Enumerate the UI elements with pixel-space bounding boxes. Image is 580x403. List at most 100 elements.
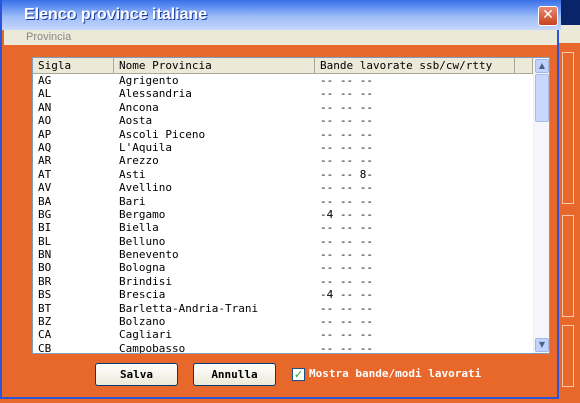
cell-bande: -4 -- -- xyxy=(320,207,373,221)
cell-bande: -- -- -- xyxy=(320,274,373,288)
cell-nome: Ancona xyxy=(119,100,159,114)
cell-sigla: AP xyxy=(38,127,52,141)
table-row[interactable]: BN Benevento -- -- -- xyxy=(33,248,533,261)
table-row[interactable]: BA Bari -- -- -- xyxy=(33,195,533,208)
menu-provincia[interactable]: Provincia xyxy=(26,31,71,43)
table-row[interactable]: AN Ancona -- -- -- xyxy=(33,101,533,114)
column-header-bande-label: Bande lavorate ssb/cw/rtty xyxy=(320,59,493,72)
vertical-scrollbar[interactable]: ▲ ▼ xyxy=(533,58,549,353)
cell-bande: -- -- -- xyxy=(320,341,373,354)
table-row[interactable]: BT Barletta-Andria-Trani -- -- -- xyxy=(33,302,533,315)
cell-sigla: BR xyxy=(38,274,52,288)
table-row[interactable]: AP Ascoli Piceno -- -- -- xyxy=(33,128,533,141)
province-list[interactable]: Sigla Nome Provincia Bande lavorate ssb/… xyxy=(32,57,550,354)
table-row[interactable]: AL Alessandria -- -- -- xyxy=(33,87,533,100)
cell-bande: -- -- -- xyxy=(320,74,373,87)
dialog-title: Elenco province italiane xyxy=(24,6,208,23)
table-row[interactable]: AO Aosta -- -- -- xyxy=(33,114,533,127)
column-header-filler xyxy=(515,58,533,74)
cell-sigla: BZ xyxy=(38,315,52,329)
cell-sigla: AL xyxy=(38,87,52,101)
cell-nome: Alessandria xyxy=(119,87,192,101)
cell-sigla: BL xyxy=(38,234,52,248)
cell-nome: Bari xyxy=(119,194,146,208)
cell-nome: Benevento xyxy=(119,248,179,262)
scroll-up-button[interactable]: ▲ xyxy=(535,59,549,73)
show-bands-checkbox[interactable]: ✓ xyxy=(292,368,305,381)
column-header-sigla[interactable]: Sigla xyxy=(33,58,114,74)
cell-sigla: BO xyxy=(38,261,52,275)
show-bands-label[interactable]: Mostra bande/modi lavorati xyxy=(309,367,481,380)
cell-bande: -- -- -- xyxy=(320,87,373,101)
cell-bande: -- -- 8- xyxy=(320,167,373,181)
column-header-sigla-label: Sigla xyxy=(38,59,72,72)
column-header-nome[interactable]: Nome Provincia xyxy=(114,58,315,74)
cell-sigla: AT xyxy=(38,167,52,181)
scroll-down-button[interactable]: ▼ xyxy=(535,338,549,352)
cell-nome: Arezzo xyxy=(119,154,159,168)
cell-bande: -- -- -- xyxy=(320,181,373,195)
cell-nome: Aosta xyxy=(119,114,153,128)
cell-sigla: AN xyxy=(38,100,52,114)
cancel-button[interactable]: Annulla xyxy=(193,363,276,386)
dialog-menu-bar: Provincia xyxy=(4,30,557,45)
cell-sigla: AR xyxy=(38,154,52,168)
cell-sigla: BI xyxy=(38,221,52,235)
checkmark-icon: ✓ xyxy=(293,368,304,381)
cell-bande: -- -- -- xyxy=(320,100,373,114)
cell-nome: Bergamo xyxy=(119,207,166,221)
table-row[interactable]: AV Avellino -- -- -- xyxy=(33,181,533,194)
cell-sigla: CB xyxy=(38,341,52,354)
chevron-down-icon: ▼ xyxy=(538,340,546,349)
cell-nome: Brescia xyxy=(119,288,166,302)
table-row[interactable]: BR Brindisi -- -- -- xyxy=(33,275,533,288)
cell-nome: Campobasso xyxy=(119,341,186,354)
table-row[interactable]: CB Campobasso -- -- -- xyxy=(33,341,533,354)
cell-sigla: BT xyxy=(38,301,52,315)
cell-bande: -- -- -- xyxy=(320,315,373,329)
table-row[interactable]: BS Brescia -4 -- -- xyxy=(33,288,533,301)
parent-frame-right-bottom xyxy=(562,325,574,387)
table-row[interactable]: BI Biella -- -- -- xyxy=(33,221,533,234)
cell-bande: -- -- -- xyxy=(320,301,373,315)
column-header-nome-label: Nome Provincia xyxy=(119,59,212,72)
cell-sigla: BS xyxy=(38,288,52,302)
table-row[interactable]: BO Bologna -- -- -- xyxy=(33,261,533,274)
cell-nome: Cagliari xyxy=(119,328,172,342)
cell-bande: -- -- -- xyxy=(320,154,373,168)
province-dialog: Elenco province italiane ✕ Provincia Sig… xyxy=(0,0,561,399)
table-row[interactable]: AQ L'Aquila -- -- -- xyxy=(33,141,533,154)
cell-bande: -4 -- -- xyxy=(320,288,373,302)
table-row[interactable]: AR Arezzo -- -- -- xyxy=(33,154,533,167)
save-button[interactable]: Salva xyxy=(95,363,178,386)
cell-nome: Agrigento xyxy=(119,74,179,87)
parent-frame-right-mid xyxy=(562,215,574,317)
province-rows: AG Agrigento -- -- -- AL Alessandria -- -- --… xyxy=(33,74,533,354)
table-row[interactable]: AT Asti -- -- 8- xyxy=(33,168,533,181)
close-button[interactable]: ✕ xyxy=(538,6,558,26)
cell-bande: -- -- -- xyxy=(320,114,373,128)
cell-bande: -- -- -- xyxy=(320,234,373,248)
table-row[interactable]: BG Bergamo -4 -- -- xyxy=(33,208,533,221)
scroll-thumb[interactable] xyxy=(535,74,549,122)
dialog-title-bar[interactable]: Elenco province italiane ✕ xyxy=(2,0,561,30)
cell-bande: -- -- -- xyxy=(320,140,373,154)
table-row[interactable]: CA Cagliari -- -- -- xyxy=(33,328,533,341)
cell-nome: Barletta-Andria-Trani xyxy=(119,301,259,315)
cell-sigla: CA xyxy=(38,328,52,342)
table-row[interactable]: AG Agrigento -- -- -- xyxy=(33,74,533,87)
table-row[interactable]: BZ Bolzano -- -- -- xyxy=(33,315,533,328)
cell-nome: Biella xyxy=(119,221,159,235)
cell-sigla: BN xyxy=(38,248,52,262)
column-header-bande[interactable]: Bande lavorate ssb/cw/rtty xyxy=(315,58,515,74)
parent-frame-right-top xyxy=(562,52,574,204)
cell-bande: -- -- -- xyxy=(320,194,373,208)
cell-sigla: AO xyxy=(38,114,52,128)
table-row[interactable]: BL Belluno -- -- -- xyxy=(33,235,533,248)
close-icon: ✕ xyxy=(542,7,554,23)
cell-bande: -- -- -- xyxy=(320,328,373,342)
cell-sigla: BG xyxy=(38,207,52,221)
cell-nome: Bologna xyxy=(119,261,166,275)
cell-bande: -- -- -- xyxy=(320,127,373,141)
cell-nome: Belluno xyxy=(119,234,166,248)
